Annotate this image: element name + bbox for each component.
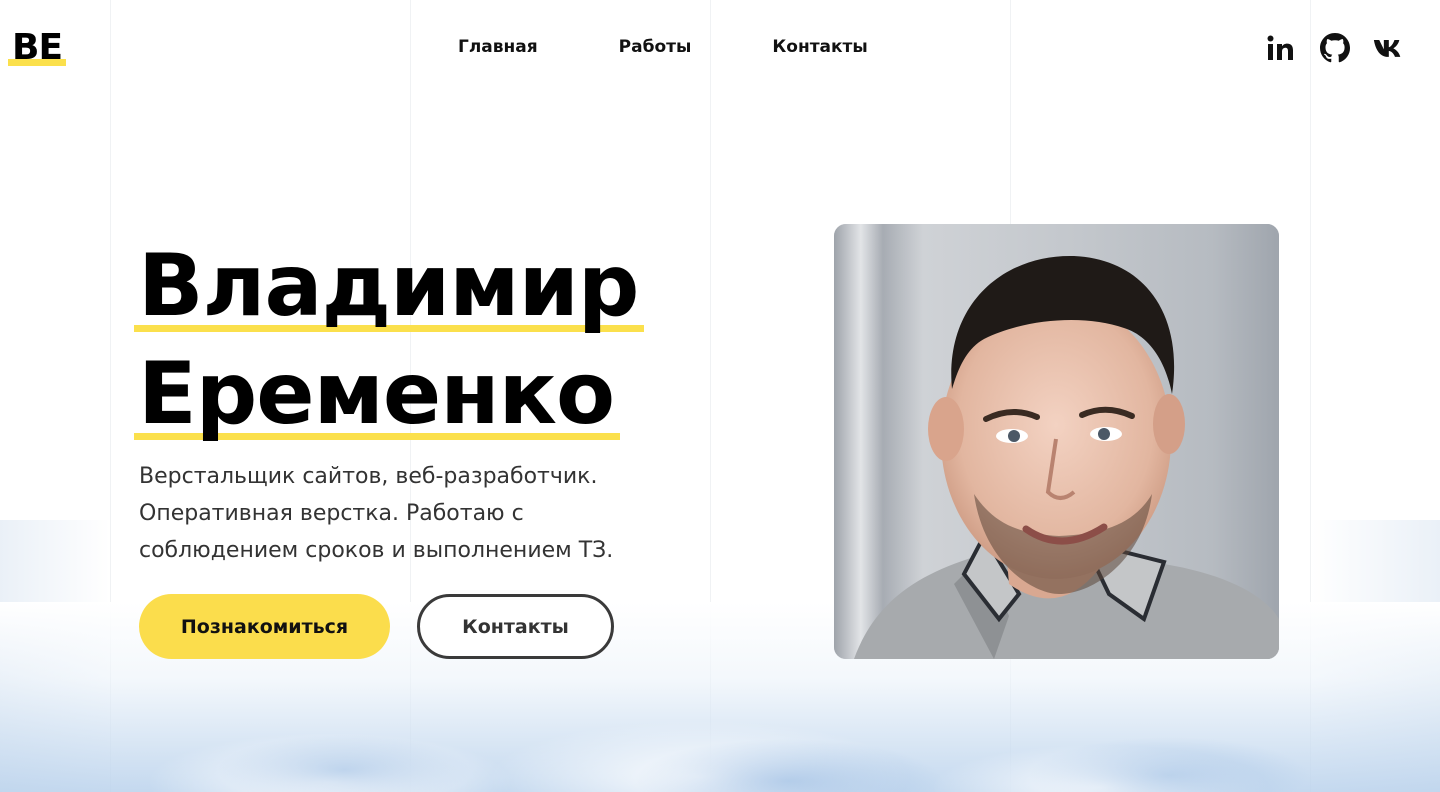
sky-gradient-left xyxy=(0,520,110,792)
hero-title-last-name: Еременко xyxy=(134,340,621,448)
portrait-illustration xyxy=(834,224,1279,659)
vk-icon[interactable] xyxy=(1373,32,1405,64)
grid-line xyxy=(710,0,711,792)
hero-title: Владимир Еременко xyxy=(134,232,645,448)
main-nav: Главная Работы Контакты xyxy=(458,37,868,57)
hero-description: Верстальщик сайтов, веб-разработчик. Опе… xyxy=(139,464,614,563)
hero-title-first-name: Владимир xyxy=(134,232,645,340)
profile-photo xyxy=(834,224,1279,659)
grid-line xyxy=(110,0,111,792)
nav-item-home[interactable]: Главная xyxy=(458,37,538,57)
sky-gradient-right xyxy=(1310,520,1440,792)
linkedin-icon[interactable] xyxy=(1265,32,1297,64)
nav-item-contacts[interactable]: Контакты xyxy=(772,37,867,57)
logo[interactable]: BE xyxy=(8,30,67,66)
nav-item-works[interactable]: Работы xyxy=(619,37,692,57)
social-links xyxy=(1265,32,1405,64)
contacts-button[interactable]: Контакты xyxy=(417,594,614,659)
get-acquainted-button[interactable]: Познакомиться xyxy=(139,594,390,659)
github-icon[interactable] xyxy=(1319,32,1351,64)
grid-line xyxy=(1310,0,1311,792)
